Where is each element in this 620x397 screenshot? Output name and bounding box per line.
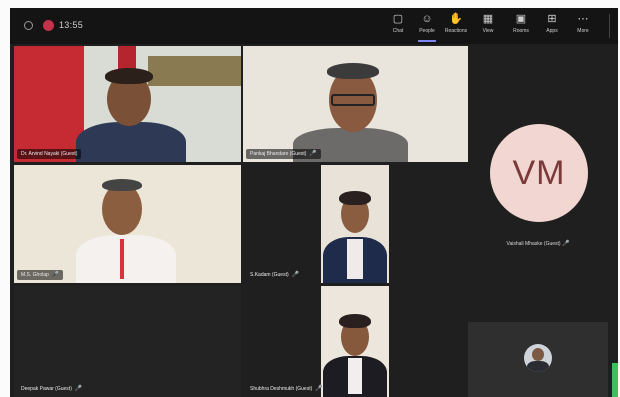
participant-name: Pankaj Bhandare (Guest) [250,151,307,157]
reactions-label: Reactions [444,28,468,34]
people-button[interactable]: ☺ People [412,13,442,42]
view-button[interactable]: ▦ View [473,13,503,41]
avatar[interactable]: VM [490,124,588,222]
rooms-button[interactable]: ▣ Rooms [506,13,536,41]
participant-name: S.Kadam (Guest) [250,272,289,278]
self-view-tile[interactable] [468,322,608,397]
video-tile-3[interactable]: M.S. Gholap 🎤 [14,165,241,283]
portrait-video [321,165,389,283]
mic-icon: 🎤 [51,272,60,278]
rooms-icon: ▣ [515,13,527,25]
participant-name: Shubhra Deshmukh (Guest) [250,386,313,392]
meeting-timer: 13:55 [59,20,84,30]
rooms-label: Rooms [513,28,529,34]
participant-name-tag: S.Kadam (Guest) 🎤 [246,270,303,280]
mic-icon: 🎤 [315,386,323,392]
people-icon: ☺ [421,13,433,25]
side-participant-panel: VM Vaishali Mhaske (Guest) 🎤 [468,44,618,397]
chat-icon: ▢ [392,13,404,25]
video-tile-5[interactable]: Deepak Pawar (Guest) 🎤 [14,286,241,397]
portrait-video [321,286,389,397]
recording-indicator-icon [43,20,54,31]
mic-icon: 🎤 [309,151,317,157]
avatar-participant-name: Vaishali Mhaske (Guest) 🎤 [468,240,608,247]
apps-label: Apps [546,28,558,34]
more-label: More [577,28,589,34]
video-tile-4[interactable]: S.Kadam (Guest) 🎤 [243,165,468,283]
meeting-toolbar: 13:55 ▢ Chat ☺ People ✋ Reactions ▦ View… [10,8,618,44]
meeting-window: 13:55 ▢ Chat ☺ People ✋ Reactions ▦ View… [10,8,618,397]
mic-icon: 🎤 [562,241,570,247]
participant-name-tag: Pankaj Bhandare (Guest) 🎤 [246,149,321,159]
red-curtain [14,46,84,162]
participant-name-tag: M.S. Gholap 🎤 [17,270,64,280]
mic-icon: 🎤 [74,386,83,392]
reactions-icon: ✋ [449,13,463,25]
meeting-info-icon[interactable] [24,21,33,30]
toolbar-divider [609,14,610,38]
view-label: View [482,28,494,34]
participant-name-tag: Dr. Arvind Nayaki (Guest) [17,149,82,159]
video-tile-1[interactable]: Dr. Arvind Nayaki (Guest) [14,46,241,162]
video-tile-2[interactable]: Pankaj Bhandare (Guest) 🎤 [243,46,468,162]
chat-label: Chat [392,28,404,34]
participant-name: M.S. Gholap [21,272,49,278]
participant-name-tag: Deepak Pawar (Guest) 🎤 [17,384,86,394]
status-strip [612,363,618,397]
mic-icon: 🎤 [291,272,300,278]
view-icon: ▦ [482,13,494,25]
participant-name: Dr. Arvind Nayaki (Guest) [21,151,78,157]
apps-icon: ⊞ [547,13,557,25]
video-tile-6[interactable]: Shubhra Deshmukh (Guest) 🎤 [243,286,468,397]
people-label: People [419,28,435,34]
apps-button[interactable]: ⊞ Apps [537,13,567,41]
chat-button[interactable]: ▢ Chat [383,13,413,41]
participant-name-tag: Shubhra Deshmukh (Guest) 🎤 [246,384,327,394]
participant-name: Deepak Pawar (Guest) [21,386,72,392]
more-icon: ⋯ [577,13,589,25]
reactions-button[interactable]: ✋ Reactions [441,13,471,41]
participant-name: Vaishali Mhaske (Guest) [506,241,561,247]
shelf [148,56,241,86]
self-avatar [524,344,552,372]
more-button[interactable]: ⋯ More [568,13,598,41]
